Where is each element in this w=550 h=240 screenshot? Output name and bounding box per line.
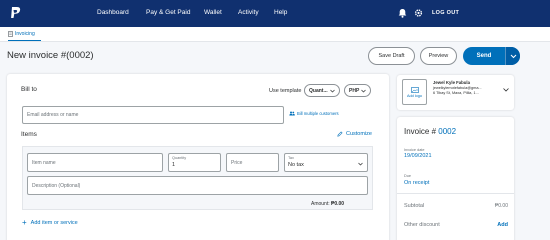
top-nav: Dashboard Pay & Get Paid Wallet Activity… (0, 0, 550, 27)
sub-nav: Invoicing (0, 27, 550, 42)
invoice-date-value[interactable]: 19/09/2021 (404, 153, 432, 159)
description-input[interactable]: Description (Optional) (27, 176, 368, 195)
chevron-down-icon (361, 89, 367, 92)
logout-link[interactable]: LOG OUT (432, 10, 459, 16)
chevron-down-icon (510, 54, 516, 58)
chevron-down-icon[interactable] (503, 88, 509, 92)
bill-multiple-customers-link[interactable]: Bill multiple customers (289, 111, 339, 116)
template-select[interactable]: Quant... (304, 84, 340, 97)
other-discount-label: Other discount (404, 222, 440, 228)
chevron-down-icon (358, 162, 363, 166)
price-input[interactable]: Price (226, 153, 279, 172)
template-select-value: Quant... (309, 87, 328, 94)
invoice-meta-card: Invoice # 0002 Invoice date 19/09/2021 D… (397, 117, 514, 240)
add-logo-button[interactable]: Add logo (402, 79, 427, 105)
save-draft-button[interactable]: Save Draft (368, 47, 415, 65)
bill-to-label: Bill to (21, 86, 37, 93)
add-discount-link[interactable]: Add (497, 222, 508, 228)
chevron-down-icon (329, 89, 335, 92)
invoice-date-label: Invoice date (404, 148, 425, 152)
amount-value: ₱0.00 (331, 201, 345, 207)
bill-multiple-label: Bill multiple customers (297, 111, 339, 116)
invoice-number-label: Invoice # (404, 127, 437, 136)
use-template-label: Use template (269, 88, 302, 94)
items-label: Items (21, 131, 37, 138)
send-button[interactable]: Send (463, 47, 520, 65)
currency-select-value: PHP (349, 87, 360, 94)
tax-label: Tax (288, 156, 294, 160)
bell-icon[interactable] (398, 8, 407, 18)
customize-label: Customize (346, 131, 372, 137)
divider (397, 193, 514, 194)
currency-select[interactable]: PHP (344, 84, 372, 97)
nav-dashboard[interactable]: Dashboard (97, 9, 129, 16)
invoice-number-value: 0002 (438, 127, 457, 136)
quantity-value: 1 (172, 162, 176, 168)
quantity-label: Quantity (172, 156, 187, 160)
add-logo-label: Add logo (407, 93, 422, 98)
amount-label: Amount: (311, 201, 330, 207)
business-info-card[interactable]: Add logo Jewel Kyle Fabula jewelkylemote… (397, 75, 514, 110)
subtotal-value: ₱0.00 (494, 203, 508, 209)
active-tab-indicator (8, 40, 41, 41)
invoicing-label: Invoicing (15, 31, 35, 37)
paypal-logo-icon[interactable] (9, 6, 21, 20)
gear-icon[interactable] (414, 8, 423, 18)
customize-link[interactable]: Customize (337, 131, 372, 137)
subtotal-label: Subtotal (404, 203, 425, 209)
document-icon (8, 31, 13, 37)
due-label: Due (404, 174, 411, 178)
users-icon (289, 111, 295, 116)
tax-value: No tax (288, 162, 304, 168)
send-options-toggle[interactable] (505, 47, 520, 65)
due-value[interactable]: On receipt (404, 180, 429, 186)
nav-wallet[interactable]: Wallet (204, 9, 222, 16)
invoice-form-card: Bill to Use template Quant... PHP Email … (7, 74, 389, 240)
send-button-label: Send (476, 53, 492, 59)
plus-icon: + (22, 218, 27, 227)
invoicing-tab[interactable]: Invoicing (8, 31, 35, 37)
business-email: jewelkylemotefabula@gma... (433, 86, 482, 90)
add-item-label: Add item or service (30, 220, 78, 226)
image-icon (410, 86, 419, 93)
tax-select[interactable]: Tax No tax (284, 153, 368, 172)
business-address: 6 Tibay St, Maxa, Pilila, 1... (433, 91, 479, 95)
nav-activity[interactable]: Activity (238, 9, 259, 16)
nav-help[interactable]: Help (274, 9, 287, 16)
invoice-number[interactable]: Invoice # 0002 (404, 127, 456, 136)
item-name-input[interactable]: Item name (27, 153, 163, 172)
recipient-email-input[interactable]: Email address or name (22, 106, 284, 124)
nav-pay-get-paid[interactable]: Pay & Get Paid (146, 9, 190, 16)
business-name: Jewel Kyle Fabula (433, 80, 471, 85)
line-amount: Amount: ₱0.00 (311, 201, 344, 207)
pencil-icon (337, 131, 343, 137)
preview-button[interactable]: Preview (420, 47, 457, 65)
page-title: New invoice #(0002) (7, 50, 94, 61)
add-item-link[interactable]: + Add item or service (22, 218, 78, 227)
quantity-input[interactable]: Quantity 1 (168, 153, 221, 172)
